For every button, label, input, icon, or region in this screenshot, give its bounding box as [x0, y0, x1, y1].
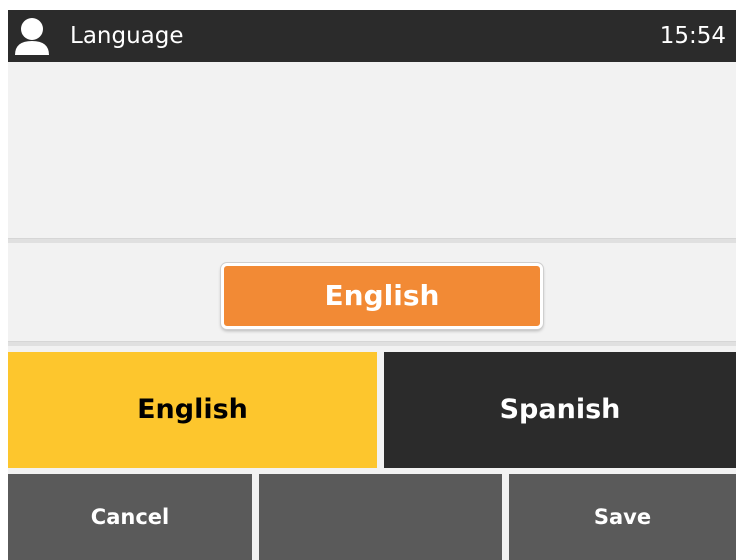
cancel-button[interactable]: Cancel [8, 474, 252, 560]
phone-screen: Language 15:54 English English Spanish C… [8, 10, 736, 560]
divider-bottom [8, 341, 736, 346]
option-spanish[interactable]: Spanish [384, 352, 736, 468]
screen-title: Language [70, 23, 184, 49]
selected-language-field[interactable]: English [221, 263, 543, 329]
empty-softkey[interactable] [259, 474, 502, 560]
user-icon [15, 18, 49, 55]
option-english[interactable]: English [8, 352, 377, 468]
divider-top [8, 238, 736, 243]
clock: 15:54 [659, 23, 726, 49]
title-bar: Language 15:54 [8, 10, 736, 62]
save-button[interactable]: Save [509, 474, 736, 560]
